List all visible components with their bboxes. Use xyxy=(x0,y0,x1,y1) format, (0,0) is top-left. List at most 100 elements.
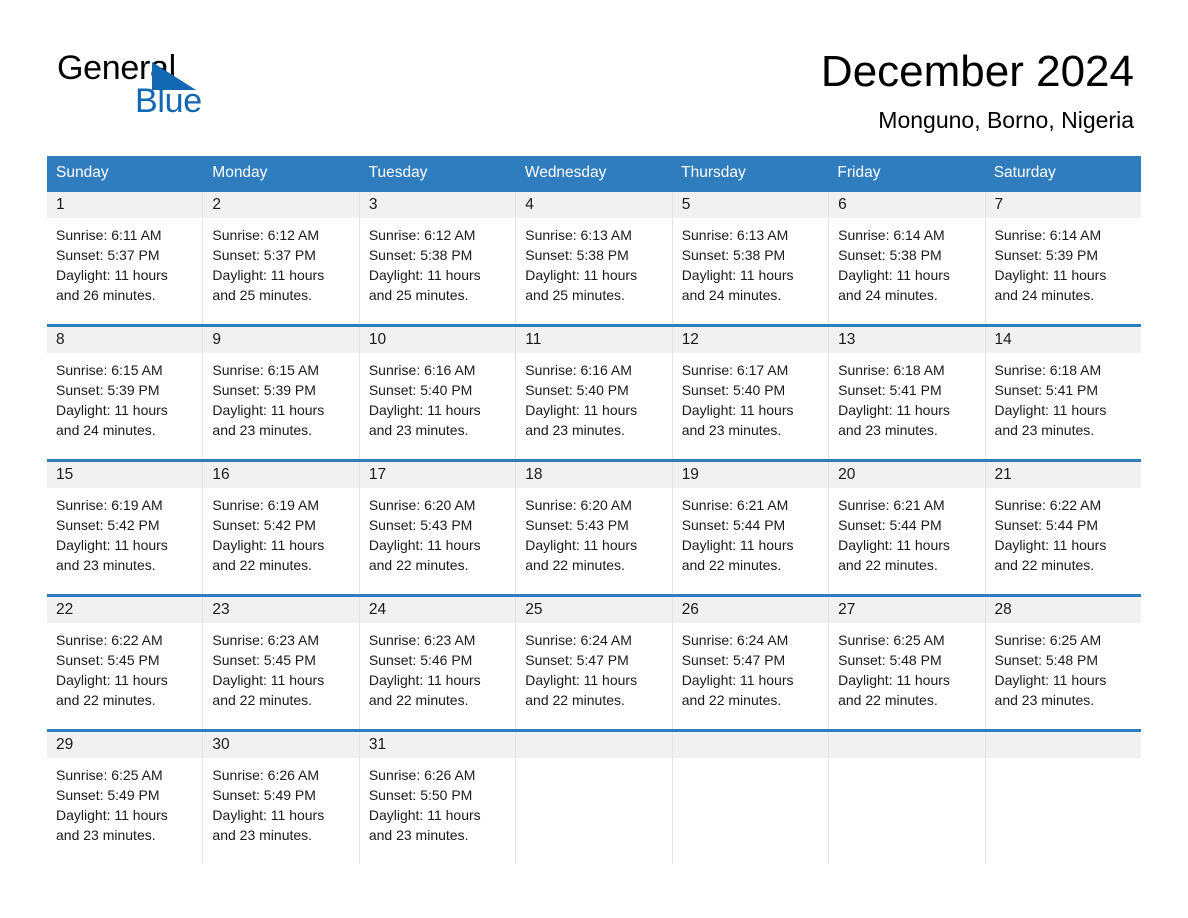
day-cell[interactable]: 6 Sunrise: 6:14 AM Sunset: 5:38 PM Dayli… xyxy=(828,192,985,324)
day-cell[interactable]: 11 Sunrise: 6:16 AM Sunset: 5:40 PM Dayl… xyxy=(515,327,672,459)
daylight-text-line1: Daylight: 11 hours xyxy=(56,402,168,418)
day-details: Sunrise: 6:21 AM Sunset: 5:44 PM Dayligh… xyxy=(673,488,828,575)
sunset-text: Sunset: 5:40 PM xyxy=(368,382,473,398)
sunset-text: Sunset: 5:45 PM xyxy=(56,652,160,668)
sunset-text: Sunset: 5:45 PM xyxy=(212,652,316,668)
day-details: Sunrise: 6:13 AM Sunset: 5:38 PM Dayligh… xyxy=(673,218,828,305)
sunset-text: Sunset: 5:40 PM xyxy=(525,382,629,398)
daylight-text-line1: Daylight: 11 hours xyxy=(525,672,638,688)
daylight-text-line2: and 23 minutes. xyxy=(994,422,1095,438)
sunrise-text: Sunrise: 6:23 AM xyxy=(368,632,476,648)
day-cell[interactable]: 22 Sunrise: 6:22 AM Sunset: 5:45 PM Dayl… xyxy=(47,597,203,729)
weekday-header-wednesday: Wednesday xyxy=(524,164,607,181)
day-cell[interactable]: 31 Sunrise: 6:26 AM Sunset: 5:50 PM Dayl… xyxy=(358,732,516,864)
day-number: 9 xyxy=(212,331,222,348)
sunset-text: Sunset: 5:42 PM xyxy=(212,517,316,533)
day-cell[interactable]: 3 Sunrise: 6:12 AM Sunset: 5:38 PM Dayli… xyxy=(358,192,516,324)
day-cell[interactable]: 24 Sunrise: 6:23 AM Sunset: 5:46 PM Dayl… xyxy=(358,597,516,729)
day-cell[interactable]: 12 Sunrise: 6:17 AM Sunset: 5:40 PM Dayl… xyxy=(671,327,829,459)
day-cell[interactable]: 13 Sunrise: 6:18 AM Sunset: 5:41 PM Dayl… xyxy=(828,327,985,459)
day-cell[interactable]: 30 Sunrise: 6:26 AM Sunset: 5:49 PM Dayl… xyxy=(202,732,359,864)
sunrise-text: Sunrise: 6:26 AM xyxy=(368,767,476,783)
sunrise-text: Sunrise: 6:19 AM xyxy=(212,497,320,513)
calendar-grid: Sunday Monday Tuesday Wednesday Thursday… xyxy=(47,156,1141,864)
day-cell[interactable]: 14 Sunrise: 6:18 AM Sunset: 5:41 PM Dayl… xyxy=(984,327,1141,459)
day-cell[interactable]: 9 Sunrise: 6:15 AM Sunset: 5:39 PM Dayli… xyxy=(202,327,359,459)
day-number: 8 xyxy=(56,331,65,348)
day-cell[interactable]: 26 Sunrise: 6:24 AM Sunset: 5:47 PM Dayl… xyxy=(671,597,829,729)
day-cell[interactable]: 16 Sunrise: 6:19 AM Sunset: 5:42 PM Dayl… xyxy=(202,462,359,594)
day-cell[interactable]: 25 Sunrise: 6:24 AM Sunset: 5:47 PM Dayl… xyxy=(515,597,672,729)
daylight-text-line1: Daylight: 11 hours xyxy=(681,672,794,688)
day-details: Sunrise: 6:26 AM Sunset: 5:49 PM Dayligh… xyxy=(203,758,358,845)
day-cell[interactable]: 7 Sunrise: 6:14 AM Sunset: 5:39 PM Dayli… xyxy=(984,192,1141,324)
sunrise-text: Sunrise: 6:22 AM xyxy=(56,632,163,648)
day-details: Sunrise: 6:26 AM Sunset: 5:50 PM Dayligh… xyxy=(360,758,515,845)
day-cell[interactable]: 20 Sunrise: 6:21 AM Sunset: 5:44 PM Dayl… xyxy=(828,462,985,594)
day-cell[interactable]: 4 Sunrise: 6:13 AM Sunset: 5:38 PM Dayli… xyxy=(515,192,672,324)
day-number: 17 xyxy=(368,466,387,483)
day-cell[interactable]: 15 Sunrise: 6:19 AM Sunset: 5:42 PM Dayl… xyxy=(47,462,203,594)
day-cell[interactable]: 21 Sunrise: 6:22 AM Sunset: 5:44 PM Dayl… xyxy=(984,462,1141,594)
day-number-band xyxy=(672,732,829,758)
day-number-band: 31 xyxy=(359,732,516,758)
daylight-text-line1: Daylight: 11 hours xyxy=(56,537,168,553)
day-number-band xyxy=(516,732,672,758)
sunrise-text: Sunrise: 6:16 AM xyxy=(525,362,632,378)
day-cell[interactable]: 17 Sunrise: 6:20 AM Sunset: 5:43 PM Dayl… xyxy=(358,462,516,594)
day-number: 3 xyxy=(368,196,378,213)
sunset-text: Sunset: 5:37 PM xyxy=(212,247,316,263)
week-row: 22 Sunrise: 6:22 AM Sunset: 5:45 PM Dayl… xyxy=(47,594,1141,729)
daylight-text-line1: Daylight: 11 hours xyxy=(212,402,325,418)
sunrise-text: Sunrise: 6:22 AM xyxy=(994,497,1102,513)
day-cell[interactable]: 28 Sunrise: 6:25 AM Sunset: 5:48 PM Dayl… xyxy=(984,597,1141,729)
day-details: Sunrise: 6:12 AM Sunset: 5:38 PM Dayligh… xyxy=(360,218,515,305)
sunrise-text: Sunrise: 6:19 AM xyxy=(56,497,163,513)
day-number: 25 xyxy=(525,601,543,618)
daylight-text-line2: and 22 minutes. xyxy=(994,557,1095,573)
daylight-text-line2: and 22 minutes. xyxy=(838,557,938,573)
day-details: Sunrise: 6:25 AM Sunset: 5:48 PM Dayligh… xyxy=(986,623,1141,710)
daylight-text-line2: and 24 minutes. xyxy=(838,287,938,303)
day-number: 19 xyxy=(681,466,699,483)
day-cell-empty xyxy=(515,732,672,864)
sunrise-text: Sunrise: 6:14 AM xyxy=(838,227,945,243)
day-number: 18 xyxy=(525,466,543,483)
daylight-text-line2: and 23 minutes. xyxy=(368,827,469,843)
daylight-text-line2: and 23 minutes. xyxy=(681,422,782,438)
daylight-text-line1: Daylight: 11 hours xyxy=(838,672,950,688)
day-cell[interactable]: 29 Sunrise: 6:25 AM Sunset: 5:49 PM Dayl… xyxy=(47,732,203,864)
sunrise-text: Sunrise: 6:11 AM xyxy=(56,227,162,243)
day-number-band: 25 xyxy=(516,597,672,623)
day-details: Sunrise: 6:16 AM Sunset: 5:40 PM Dayligh… xyxy=(360,353,515,440)
sunset-text: Sunset: 5:39 PM xyxy=(994,247,1099,263)
day-number-band: 22 xyxy=(47,597,203,623)
day-cell[interactable]: 2 Sunrise: 6:12 AM Sunset: 5:37 PM Dayli… xyxy=(202,192,359,324)
day-cell[interactable]: 10 Sunrise: 6:16 AM Sunset: 5:40 PM Dayl… xyxy=(358,327,516,459)
daylight-text-line2: and 24 minutes. xyxy=(994,287,1095,303)
day-number-band: 27 xyxy=(829,597,985,623)
day-cell[interactable]: 1 Sunrise: 6:11 AM Sunset: 5:37 PM Dayli… xyxy=(47,192,203,324)
daylight-text-line1: Daylight: 11 hours xyxy=(212,267,325,283)
day-cell[interactable]: 19 Sunrise: 6:21 AM Sunset: 5:44 PM Dayl… xyxy=(671,462,829,594)
day-cell[interactable]: 18 Sunrise: 6:20 AM Sunset: 5:43 PM Dayl… xyxy=(515,462,672,594)
day-number: 28 xyxy=(994,601,1012,618)
sunset-text: Sunset: 5:44 PM xyxy=(681,517,786,533)
day-cell[interactable]: 5 Sunrise: 6:13 AM Sunset: 5:38 PM Dayli… xyxy=(671,192,829,324)
daylight-text-line1: Daylight: 11 hours xyxy=(525,267,638,283)
daylight-text-line1: Daylight: 11 hours xyxy=(212,807,325,823)
day-cell[interactable]: 27 Sunrise: 6:25 AM Sunset: 5:48 PM Dayl… xyxy=(828,597,985,729)
daylight-text-line2: and 22 minutes. xyxy=(212,692,313,708)
sunset-text: Sunset: 5:50 PM xyxy=(368,787,473,803)
daylight-text-line2: and 23 minutes. xyxy=(838,422,938,438)
weekday-header-sunday: Sunday xyxy=(56,164,109,181)
day-number-band: 19 xyxy=(672,462,829,488)
day-cell[interactable]: 8 Sunrise: 6:15 AM Sunset: 5:39 PM Dayli… xyxy=(47,327,203,459)
day-number: 10 xyxy=(368,331,387,348)
day-number-band: 13 xyxy=(829,327,985,353)
day-cell[interactable]: 23 Sunrise: 6:23 AM Sunset: 5:45 PM Dayl… xyxy=(202,597,359,729)
day-details: Sunrise: 6:25 AM Sunset: 5:49 PM Dayligh… xyxy=(47,758,202,845)
sunrise-text: Sunrise: 6:21 AM xyxy=(838,497,945,513)
sunrise-text: Sunrise: 6:25 AM xyxy=(838,632,945,648)
sunset-text: Sunset: 5:41 PM xyxy=(838,382,942,398)
